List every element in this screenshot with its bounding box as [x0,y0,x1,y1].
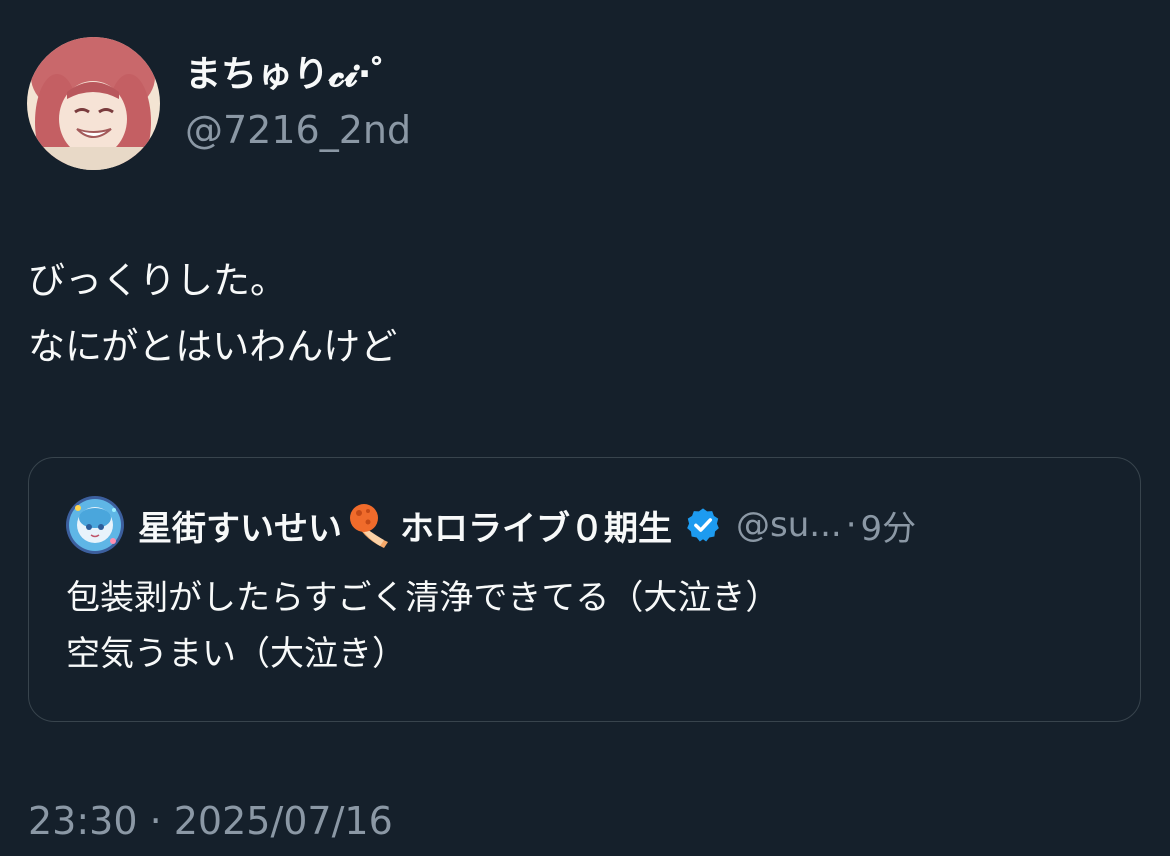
author-display-name[interactable]: まちゅり𝓬𝓲·゜ [185,53,407,97]
verified-badge-icon [687,508,719,542]
quote-line: 包装剥がしたらすごく清浄できてる（大泣き） [66,578,780,618]
quote-author-name[interactable]: 星街すいせい [138,501,342,550]
tweet-header: まちゅり𝓬𝓲·゜ @7216_2nd [27,37,1147,171]
quote-line: 空気うまい（大泣き） [66,634,406,674]
quote-author-handle[interactable]: @su... [736,505,842,545]
quote-author-name-suffix[interactable]: ホロライブ０期生 [400,501,672,550]
quoted-tweet-card[interactable]: 星街すいせい ホロライブ０期生 @su... · 9分 包装剥がしたらすごく清浄… [28,457,1141,722]
quote-author-avatar[interactable] [66,496,124,554]
quote-body: 包装剥がしたらすごく清浄できてる（大泣き） 空気うまい（大泣き） [66,570,779,682]
quote-header: 星街すいせい ホロライブ０期生 @su... · 9分 [66,495,916,555]
tweet-timestamp[interactable]: 23:30 · 2025/07/16 [28,796,393,846]
comet-icon [350,504,388,548]
tweet-body: びっくりした。 なにがとはいわんけど [28,248,1128,380]
author-handle[interactable]: @7216_2nd [185,107,411,153]
quote-time[interactable]: 9分 [861,501,917,550]
separator-dot: · [845,505,857,545]
tweet-line: なにがとはいわんけど [28,325,398,368]
tweet-line: びっくりした。 [28,259,287,302]
user-avatar-icon [66,496,124,554]
author-avatar[interactable] [27,37,160,170]
user-avatar-icon [27,37,160,170]
